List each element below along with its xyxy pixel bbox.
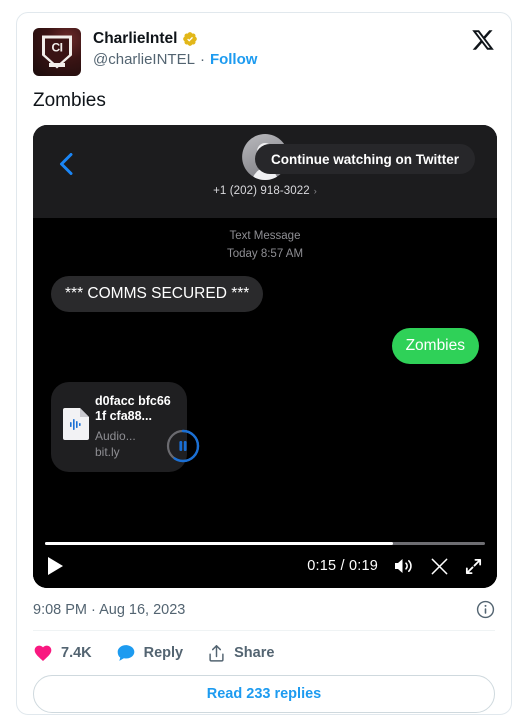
read-replies-wrap: Read 233 replies	[17, 675, 511, 714]
video-controls-right: 0:15 / 0:19	[307, 556, 483, 576]
avatar-bar	[49, 63, 65, 67]
embedded-tweet-card: CI CharlieIntel @charlieINTEL · Follow Z…	[16, 12, 512, 715]
avatar[interactable]: CI	[33, 28, 81, 76]
audio-file-link: bit.ly	[95, 445, 120, 459]
audio-file-icon	[63, 408, 89, 440]
contact-phone-number: +1 (202) 918-3022	[213, 185, 310, 197]
audio-attachment-top: d0facc bfc661f cfa88... Audio... bit.ly	[63, 394, 175, 460]
contact-chevron-icon: ›	[313, 186, 317, 196]
message-row-attachment: d0facc bfc661f cfa88... Audio... bit.ly	[33, 382, 497, 472]
video-controls: 0:15 / 0:19	[33, 530, 497, 588]
separator-dot: ·	[199, 51, 205, 68]
share-icon	[209, 645, 224, 662]
tweet-timestamp: 9:08 PM · Aug 16, 2023	[33, 601, 186, 618]
message-bubble-incoming: *** COMMS SECURED ***	[45, 276, 264, 312]
avatar-initials: CI	[51, 40, 64, 55]
message-bubble-outgoing: Zombies	[391, 328, 485, 364]
video-player[interactable]: +1 (202) 918-3022 › Continue watching on…	[33, 125, 497, 588]
handle-row: @charlieINTEL · Follow	[93, 50, 257, 70]
audio-file-name: d0facc bfc661f cfa88...	[95, 394, 171, 423]
engagement-row: 7.4K Reply Share	[17, 631, 511, 675]
verified-badge-icon	[183, 32, 198, 46]
share-label: Share	[234, 645, 275, 661]
volume-icon[interactable]	[393, 556, 415, 576]
audio-attachment-bubble[interactable]: d0facc bfc661f cfa88... Audio... bit.ly	[46, 382, 200, 472]
info-icon[interactable]	[476, 600, 495, 619]
continue-watching-button[interactable]: Continue watching on Twitter	[255, 144, 475, 174]
like-button[interactable]: 7.4K	[33, 643, 92, 663]
heart-icon	[34, 645, 52, 661]
message-row-outgoing: Zombies	[33, 328, 497, 364]
pause-icon[interactable]	[165, 428, 201, 464]
tweet-text: Zombies	[33, 90, 106, 111]
display-name-row: CharlieIntel	[93, 29, 257, 49]
message-row-incoming: *** COMMS SECURED ***	[33, 276, 497, 312]
messages-app-header: +1 (202) 918-3022 › Continue watching on…	[33, 125, 497, 218]
back-chevron-icon[interactable]	[59, 153, 73, 175]
x-logo-icon-control[interactable]	[430, 557, 449, 576]
message-stamp-line2: Today 8:57 AM	[226, 248, 304, 260]
tweet-header: CI CharlieIntel @charlieINTEL · Follow	[17, 13, 511, 76]
author-handle: @charlieINTEL	[93, 51, 195, 68]
tweet-meta-row: 9:08 PM · Aug 16, 2023	[17, 588, 511, 630]
contact-phone-row: +1 (202) 918-3022 ›	[213, 185, 317, 197]
read-replies-button[interactable]: Read 233 replies	[33, 675, 495, 713]
reply-icon	[117, 645, 134, 661]
x-logo-icon[interactable]	[471, 28, 495, 52]
fullscreen-icon[interactable]	[464, 557, 483, 576]
author-display-name: CharlieIntel	[93, 30, 178, 47]
video-time-label: 0:15 / 0:19	[307, 558, 378, 574]
message-stamp-line1: Text Message	[229, 230, 301, 242]
avatar-shield-inner: CI	[45, 38, 69, 66]
continue-watching-label: Continue watching on Twitter	[271, 151, 459, 167]
audio-file-type: Audio...	[95, 429, 136, 443]
video-control-row: 0:15 / 0:19	[33, 544, 497, 588]
play-icon[interactable]	[47, 556, 65, 576]
author-names: CharlieIntel @charlieINTEL · Follow	[93, 28, 257, 70]
follow-button[interactable]: Follow	[210, 50, 258, 70]
share-button[interactable]: Share	[207, 643, 274, 663]
reply-button[interactable]: Reply	[116, 643, 184, 663]
audio-attachment-meta: d0facc bfc661f cfa88... Audio... bit.ly	[95, 394, 175, 460]
like-count: 7.4K	[61, 645, 92, 661]
reply-label: Reply	[143, 645, 184, 661]
